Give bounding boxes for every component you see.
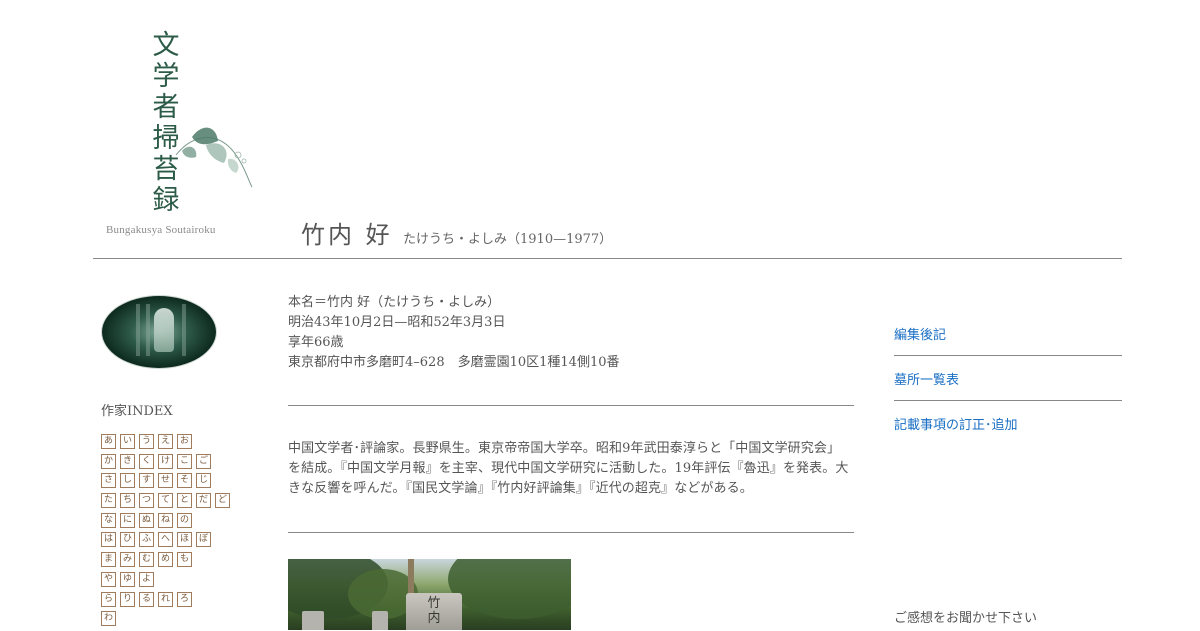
kana-index-link[interactable]: る xyxy=(139,591,154,607)
kana-index-link[interactable]: ね xyxy=(158,512,173,528)
header-divider xyxy=(93,258,1122,259)
logo-char: 学 xyxy=(152,61,180,92)
kana-index-link[interactable]: へ xyxy=(158,532,173,548)
kana-index-link[interactable]: れ xyxy=(158,591,173,607)
kana-index-link[interactable]: ろ xyxy=(177,591,192,607)
kana-index-link[interactable]: せ xyxy=(158,473,173,489)
kana-index-link[interactable]: め xyxy=(158,552,173,568)
feedback-prompt[interactable]: ご感想をお聞かせ下さい xyxy=(894,607,1037,626)
editor-afterword-link[interactable]: 編集後記 xyxy=(894,324,946,343)
author-info: 本名＝竹内 好（たけうち・よしみ） 明治43年10月2日—昭和52年3月3日 享… xyxy=(288,293,619,373)
kana-index-link[interactable]: え xyxy=(158,434,173,449)
kana-index-link[interactable]: り xyxy=(120,591,135,607)
kana-index-link[interactable]: そ xyxy=(177,473,192,489)
kana-index-link[interactable]: に xyxy=(120,512,135,528)
kana-index-link[interactable]: だ xyxy=(196,493,211,509)
kana-index-link[interactable]: ら xyxy=(101,591,116,607)
kana-index-link[interactable]: こ xyxy=(177,453,192,469)
kana-index-link[interactable]: と xyxy=(177,493,192,509)
kana-index-link[interactable]: ふ xyxy=(139,532,154,548)
kana-index-link[interactable]: う xyxy=(139,434,154,449)
kana-index-link[interactable]: た xyxy=(101,493,116,509)
kana-index-link[interactable]: つ xyxy=(139,493,154,509)
nav-divider xyxy=(894,355,1122,356)
author-biography: 中国文学者･評論家。長野県生。東京帝帝国大学卒。昭和9年武田泰淳らと「中国文学研… xyxy=(288,441,849,496)
author-portrait xyxy=(102,296,216,368)
kana-row: さしすせそじ xyxy=(101,473,230,489)
real-name: 本名＝竹内 好（たけうち・よしみ） xyxy=(288,295,501,310)
kana-index-link[interactable]: わ xyxy=(101,611,116,627)
kana-index-link[interactable]: ひ xyxy=(120,532,135,548)
kana-index-link[interactable]: ほ xyxy=(177,532,192,548)
author-index-heading: 作家INDEX xyxy=(101,404,173,419)
kana-index-link[interactable]: し xyxy=(120,473,135,489)
grave-location: 東京都府中市多磨町4–628 多磨霊園10区1種14側10番 xyxy=(288,355,620,370)
kana-index-link[interactable]: ぼ xyxy=(196,532,211,548)
kana-index: あいうえおかきくけこごさしすせそじたちつてとだどなにぬねのはひふへほぼまみむめも… xyxy=(101,434,230,631)
kana-row: なにぬねの xyxy=(101,512,230,529)
author-reading: たけうち・よしみ（1910—1977） xyxy=(403,232,613,247)
kana-index-link[interactable]: く xyxy=(139,453,154,469)
age-at-death: 享年66歳 xyxy=(288,335,344,350)
kana-index-link[interactable]: あ xyxy=(101,434,116,449)
kana-index-link[interactable]: ぬ xyxy=(139,512,154,528)
kana-index-link[interactable]: む xyxy=(139,552,154,568)
kana-index-link[interactable]: な xyxy=(101,512,116,528)
kana-row: わ xyxy=(101,611,230,627)
grave-photo: 竹内 xyxy=(288,559,571,630)
kana-row: らりるれろ xyxy=(101,591,230,608)
author-name: 竹内 好 xyxy=(301,221,393,249)
kana-index-link[interactable]: ど xyxy=(215,493,230,509)
kana-index-link[interactable]: か xyxy=(101,453,116,469)
life-dates: 明治43年10月2日—昭和52年3月3日 xyxy=(288,315,506,330)
corrections-link[interactable]: 記載事項の訂正･追加 xyxy=(894,414,1018,433)
kana-index-link[interactable]: み xyxy=(120,552,135,568)
logo-char: 文 xyxy=(152,30,180,61)
kana-row: やゆよ xyxy=(101,571,230,588)
kana-index-link[interactable]: き xyxy=(120,453,135,469)
kana-index-link[interactable]: よ xyxy=(139,571,154,587)
nav-divider xyxy=(894,400,1122,401)
kana-row: あいうえお xyxy=(101,434,230,450)
content-divider xyxy=(288,532,854,533)
site-logo[interactable]: 文 学 者 掃 苔 録 Bungakusya Soutairoku xyxy=(104,30,259,242)
grave-inscription: 竹内 xyxy=(427,596,441,626)
kana-index-link[interactable]: ち xyxy=(120,493,135,509)
kana-index-link[interactable]: も xyxy=(177,552,192,568)
kana-row: かきくけこご xyxy=(101,453,230,470)
kana-index-link[interactable]: て xyxy=(158,493,173,509)
kana-index-link[interactable]: け xyxy=(158,453,173,469)
kana-index-link[interactable]: ゆ xyxy=(120,571,135,587)
kana-index-link[interactable]: じ xyxy=(196,473,211,489)
kana-index-link[interactable]: ま xyxy=(101,552,116,568)
kana-row: たちつてとだど xyxy=(101,493,230,509)
kana-row: まみむめも xyxy=(101,552,230,568)
kana-index-link[interactable]: は xyxy=(101,532,116,548)
kana-index-link[interactable]: い xyxy=(120,434,135,449)
logo-roman: Bungakusya Soutairoku xyxy=(106,224,216,236)
kana-index-link[interactable]: す xyxy=(139,473,154,489)
kana-index-link[interactable]: お xyxy=(177,434,192,449)
grave-list-link[interactable]: 墓所一覧表 xyxy=(894,369,959,388)
kana-index-link[interactable]: の xyxy=(177,512,192,528)
content-divider xyxy=(288,405,854,406)
ivy-leaf-icon xyxy=(175,127,253,188)
kana-index-link[interactable]: や xyxy=(101,571,116,587)
kana-row: はひふへほぼ xyxy=(101,532,230,548)
kana-index-link[interactable]: ご xyxy=(196,453,211,469)
kana-index-link[interactable]: さ xyxy=(101,473,116,489)
